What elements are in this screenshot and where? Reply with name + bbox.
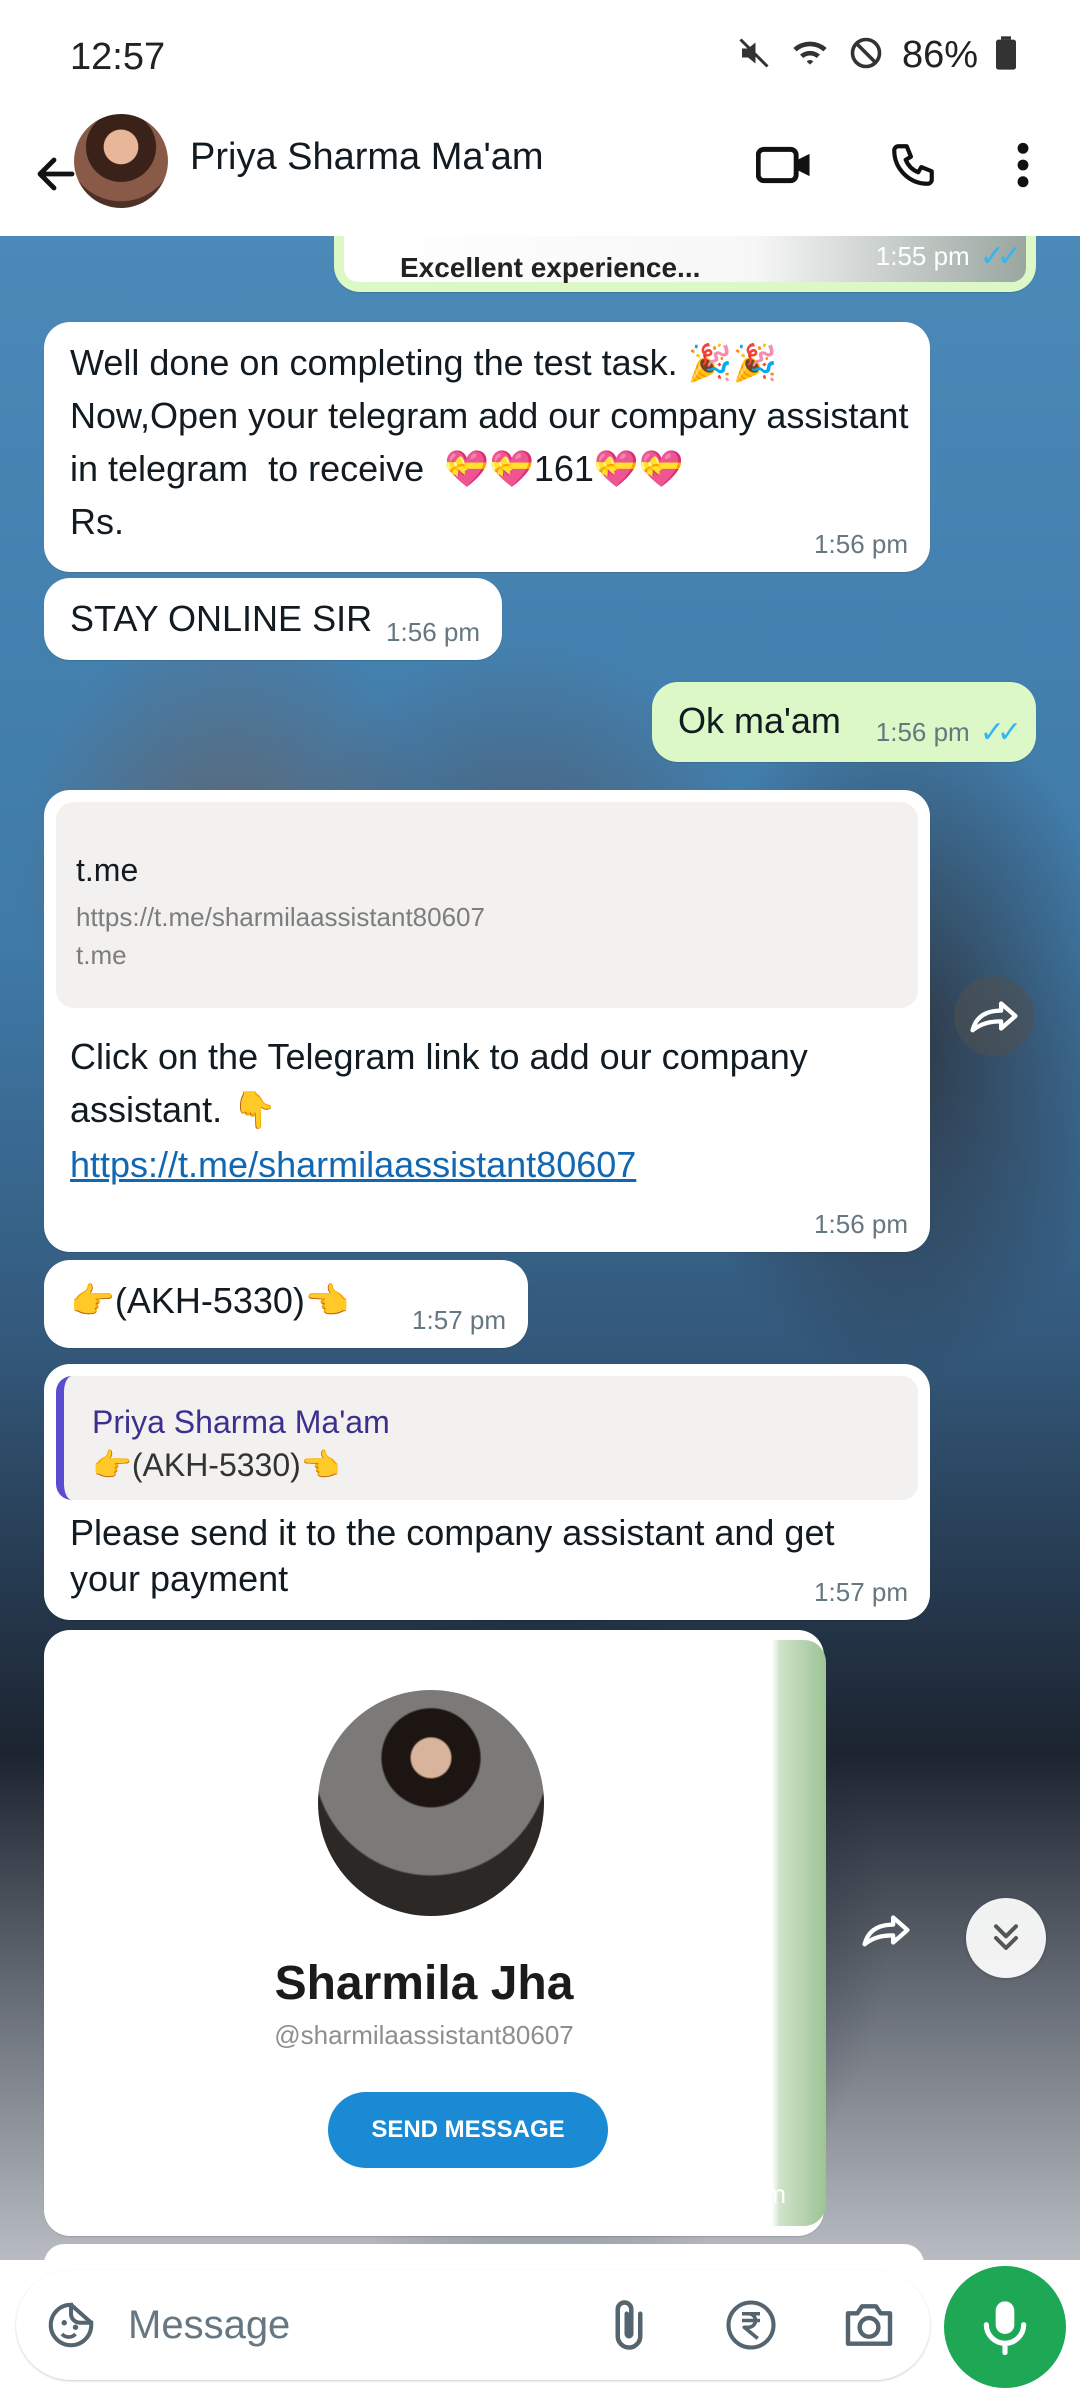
double-chevron-down-icon[interactable] <box>966 1898 1046 1978</box>
profile-photo <box>318 1690 544 1916</box>
chat-area[interactable]: Excellent experience... 1:55 pm ✓✓ Well d… <box>0 236 1080 2260</box>
message-text: STAY ONLINE SIR <box>70 598 373 639</box>
status-bar: 12:57 86% <box>0 0 1080 112</box>
attach-icon[interactable] <box>594 2290 664 2360</box>
wifi-icon <box>790 35 830 76</box>
message-time: 1:55 pm ✓✓ <box>875 240 1022 273</box>
more-vert-icon[interactable] <box>988 130 1058 200</box>
chat-header: Priya Sharma Ma'am <box>0 112 1080 236</box>
message-time: 1:56 pm ✓✓ <box>875 716 1022 749</box>
message-bubble-incoming[interactable]: Priya Sharma Ma'am 👉(AKH-5330)👈 Please s… <box>44 1364 930 1620</box>
dnd-icon <box>848 35 884 76</box>
forward-icon[interactable] <box>954 976 1034 1056</box>
message-bubble-incoming[interactable]: STAY ONLINE SIR 1:56 pm <box>44 578 502 660</box>
message-bubble-incoming[interactable]: 👉(AKH-5330)👈 1:57 pm <box>44 1260 528 1348</box>
link-preview-domain: t.me <box>76 940 127 970</box>
quoted-author: Priya Sharma Ma'am <box>92 1404 390 1440</box>
message-bubble-incoming-image[interactable]: Sharmila Jha @sharmilaassistant80607 SEN… <box>44 1630 826 2236</box>
telegram-profile-image[interactable]: Sharmila Jha @sharmilaassistant80607 SEN… <box>54 1640 826 2226</box>
rupee-payment-icon[interactable] <box>716 2290 786 2360</box>
status-time: 12:57 <box>70 36 166 78</box>
quoted-message[interactable]: Priya Sharma Ma'am 👉(AKH-5330)👈 <box>56 1376 918 1500</box>
message-time: 1:58 pm <box>692 2179 786 2209</box>
message-compose-bar <box>16 2270 930 2380</box>
link-preview-card[interactable]: t.me https://t.me/sharmilaassistant80607… <box>56 802 918 1008</box>
message-bubble-outgoing[interactable]: Ok ma'am 1:56 pm ✓✓ <box>652 682 1036 762</box>
quoted-text: 👉(AKH-5330)👈 <box>92 1447 341 1483</box>
battery-icon <box>996 36 1016 75</box>
message-time: 1:56 pm <box>814 529 908 559</box>
message-bubble-incoming <box>44 2244 924 2260</box>
message-time: 1:57 pm <box>412 1305 506 1335</box>
contact-avatar[interactable] <box>74 114 168 208</box>
mute-icon <box>736 35 772 76</box>
contact-name[interactable]: Priya Sharma Ma'am <box>190 136 544 179</box>
message-time: 1:56 pm <box>814 1209 908 1239</box>
camera-icon[interactable] <box>834 2290 904 2360</box>
message-bubble-incoming[interactable]: Well done on completing the test task. 🎉… <box>44 322 930 572</box>
message-time: 1:57 pm <box>814 1577 908 1607</box>
message-text: Please send it to the company assistant … <box>70 1512 835 1599</box>
message-text: Excellent experience... <box>400 252 701 283</box>
read-ticks-icon: ✓✓ <box>979 240 1022 273</box>
send-message-button: SEND MESSAGE <box>328 2092 608 2168</box>
battery-percent: 86% <box>901 34 978 76</box>
read-ticks-icon: ✓✓ <box>979 716 1022 749</box>
emoji-sticker-icon[interactable] <box>36 2290 106 2360</box>
status-icons: 86% <box>736 34 1016 77</box>
message-text: Well done on completing the test task. 🎉… <box>70 342 909 542</box>
forward-icon[interactable] <box>846 1890 926 1970</box>
message-text: Click on the Telegram link to add our co… <box>70 1036 808 1130</box>
message-input[interactable] <box>128 2292 578 2358</box>
phone-icon[interactable] <box>878 130 948 200</box>
message-time: 1:56 pm <box>386 617 480 647</box>
video-call-icon[interactable] <box>750 130 820 200</box>
message-text: Ok ma'am <box>678 700 841 741</box>
message-bubble-incoming[interactable]: t.me https://t.me/sharmilaassistant80607… <box>44 790 930 1252</box>
profile-name: Sharmila Jha <box>274 1957 574 2010</box>
message-text: 👉(AKH-5330)👈 <box>70 1280 350 1321</box>
link-preview-title: t.me <box>76 852 139 888</box>
message-bubble-outgoing[interactable]: Excellent experience... 1:55 pm ✓✓ <box>334 236 1036 292</box>
profile-handle: @sharmilaassistant80607 <box>274 2020 574 2050</box>
message-link[interactable]: https://t.me/sharmilaassistant80607 <box>70 1138 636 1191</box>
mic-icon[interactable] <box>944 2266 1066 2388</box>
link-preview-url: https://t.me/sharmilaassistant80607 <box>76 902 485 932</box>
